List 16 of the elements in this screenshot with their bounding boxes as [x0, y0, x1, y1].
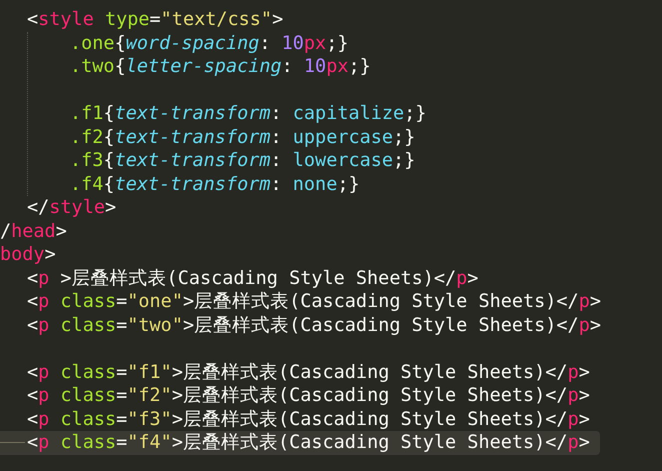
code-line: body>	[0, 243, 57, 266]
code-line: <p class="one">层叠样式表(Cascading Style Sheets)</p>	[26, 290, 602, 314]
code-line: <p class="two">层叠样式表(Cascading Style Sheets)</p>	[26, 314, 602, 337]
code-line: <p >层叠样式表(Cascading Style Sheets)</p>	[26, 266, 480, 290]
code-line: .f2{text-transform: uppercase;}	[69, 126, 416, 149]
code-line: .f3{text-transform: lowercase;}	[69, 149, 416, 172]
code-line: /head>	[0, 220, 68, 243]
code-line: </style>	[26, 196, 118, 220]
code-line: <p class="f2">层叠样式表(Cascading Style Sheets)</p>	[26, 384, 591, 408]
code-line: <style type="text/css">	[26, 8, 284, 32]
code-line: .f1{text-transform: capitalize;}	[69, 102, 428, 126]
code-line: <p class="f3">层叠样式表(Cascading Style Sheets)</p>	[26, 408, 591, 431]
code-line: .f4{text-transform: none;}	[69, 172, 361, 196]
code-line: .two{letter-spacing: 10px;}	[69, 55, 372, 78]
code-line: <p class="f1">层叠样式表(Cascading Style Sheets)</p>	[26, 360, 591, 384]
code-line: .one{word-spacing: 10px;}	[69, 32, 350, 55]
